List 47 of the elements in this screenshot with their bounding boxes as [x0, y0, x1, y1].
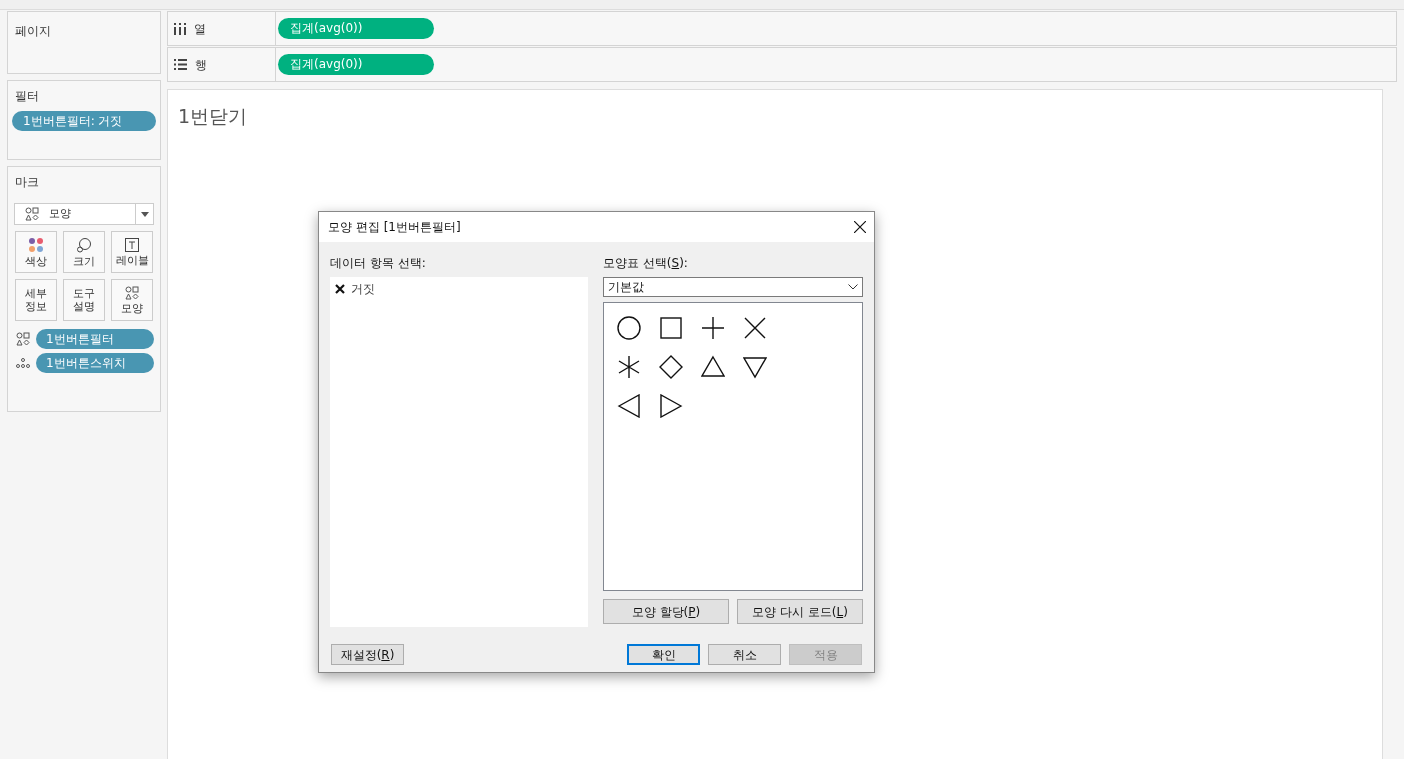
palette-label: 모양표 선택(S): [603, 255, 689, 272]
dialog-title: 모양 편집 [1번버튼필터] [328, 219, 461, 236]
caret-icon [140, 211, 149, 217]
sheet-title: 1번닫기 [178, 105, 248, 127]
triangle-left-shape-icon[interactable] [617, 394, 641, 418]
shelf-label: 행 [195, 56, 207, 74]
columns-icon [174, 22, 186, 35]
diamond-shape-icon[interactable] [659, 355, 683, 379]
palette-button[interactable]: 모양 할당(P) [603, 599, 729, 624]
dots-icon [16, 357, 30, 369]
shapes-icon [125, 285, 139, 300]
dialog-button[interactable]: 취소 [708, 644, 781, 665]
square-shape-icon[interactable] [659, 316, 683, 340]
shapes-icon [16, 332, 30, 346]
triangle-up-shape-icon[interactable] [701, 355, 725, 379]
mark-button[interactable]: 모양 [111, 279, 153, 321]
card-title: 마크 [14, 174, 40, 191]
card-title: 페이지 [15, 24, 51, 38]
plus-shape-icon[interactable] [701, 316, 725, 340]
circle-shape-icon[interactable] [617, 316, 641, 340]
reset-button[interactable]: 재설정(R) [331, 644, 404, 665]
mark-button[interactable]: 색상 [15, 231, 57, 273]
chevron-down-icon [848, 284, 858, 290]
asterisk-shape-icon[interactable] [617, 355, 641, 379]
text-icon [125, 237, 139, 252]
mark-button[interactable]: 세부 정보 [15, 279, 57, 321]
data-item[interactable]: 거짓 [330, 280, 588, 298]
colored-dots-icon [28, 236, 44, 253]
rows-icon [174, 59, 187, 70]
triangle-down-shape-icon[interactable] [743, 355, 767, 379]
mark-button[interactable]: 도구 설명 [63, 279, 105, 321]
mark-button[interactable]: 크기 [63, 231, 105, 273]
palette-dropdown[interactable]: 기본값 [603, 277, 863, 297]
cross-shape-icon[interactable] [743, 316, 767, 340]
close-icon[interactable] [854, 221, 866, 233]
dialog-button[interactable]: 확인 [627, 644, 700, 665]
shapes-icon [25, 207, 39, 221]
list-label: 데이터 항목 선택: [330, 255, 427, 272]
dropdown-value: 모양 [49, 205, 72, 222]
palette-button[interactable]: 모양 다시 로드(L) [737, 599, 863, 624]
circles-icon [76, 236, 92, 253]
mark-type-dropdown[interactable]: 모양 [14, 203, 154, 225]
triangle-right-shape-icon[interactable] [659, 394, 683, 418]
mark-button[interactable]: 레이블 [111, 231, 153, 273]
cross-icon [335, 284, 345, 294]
shelf-label: 열 [194, 20, 206, 38]
card-title: 필터 [14, 88, 40, 105]
